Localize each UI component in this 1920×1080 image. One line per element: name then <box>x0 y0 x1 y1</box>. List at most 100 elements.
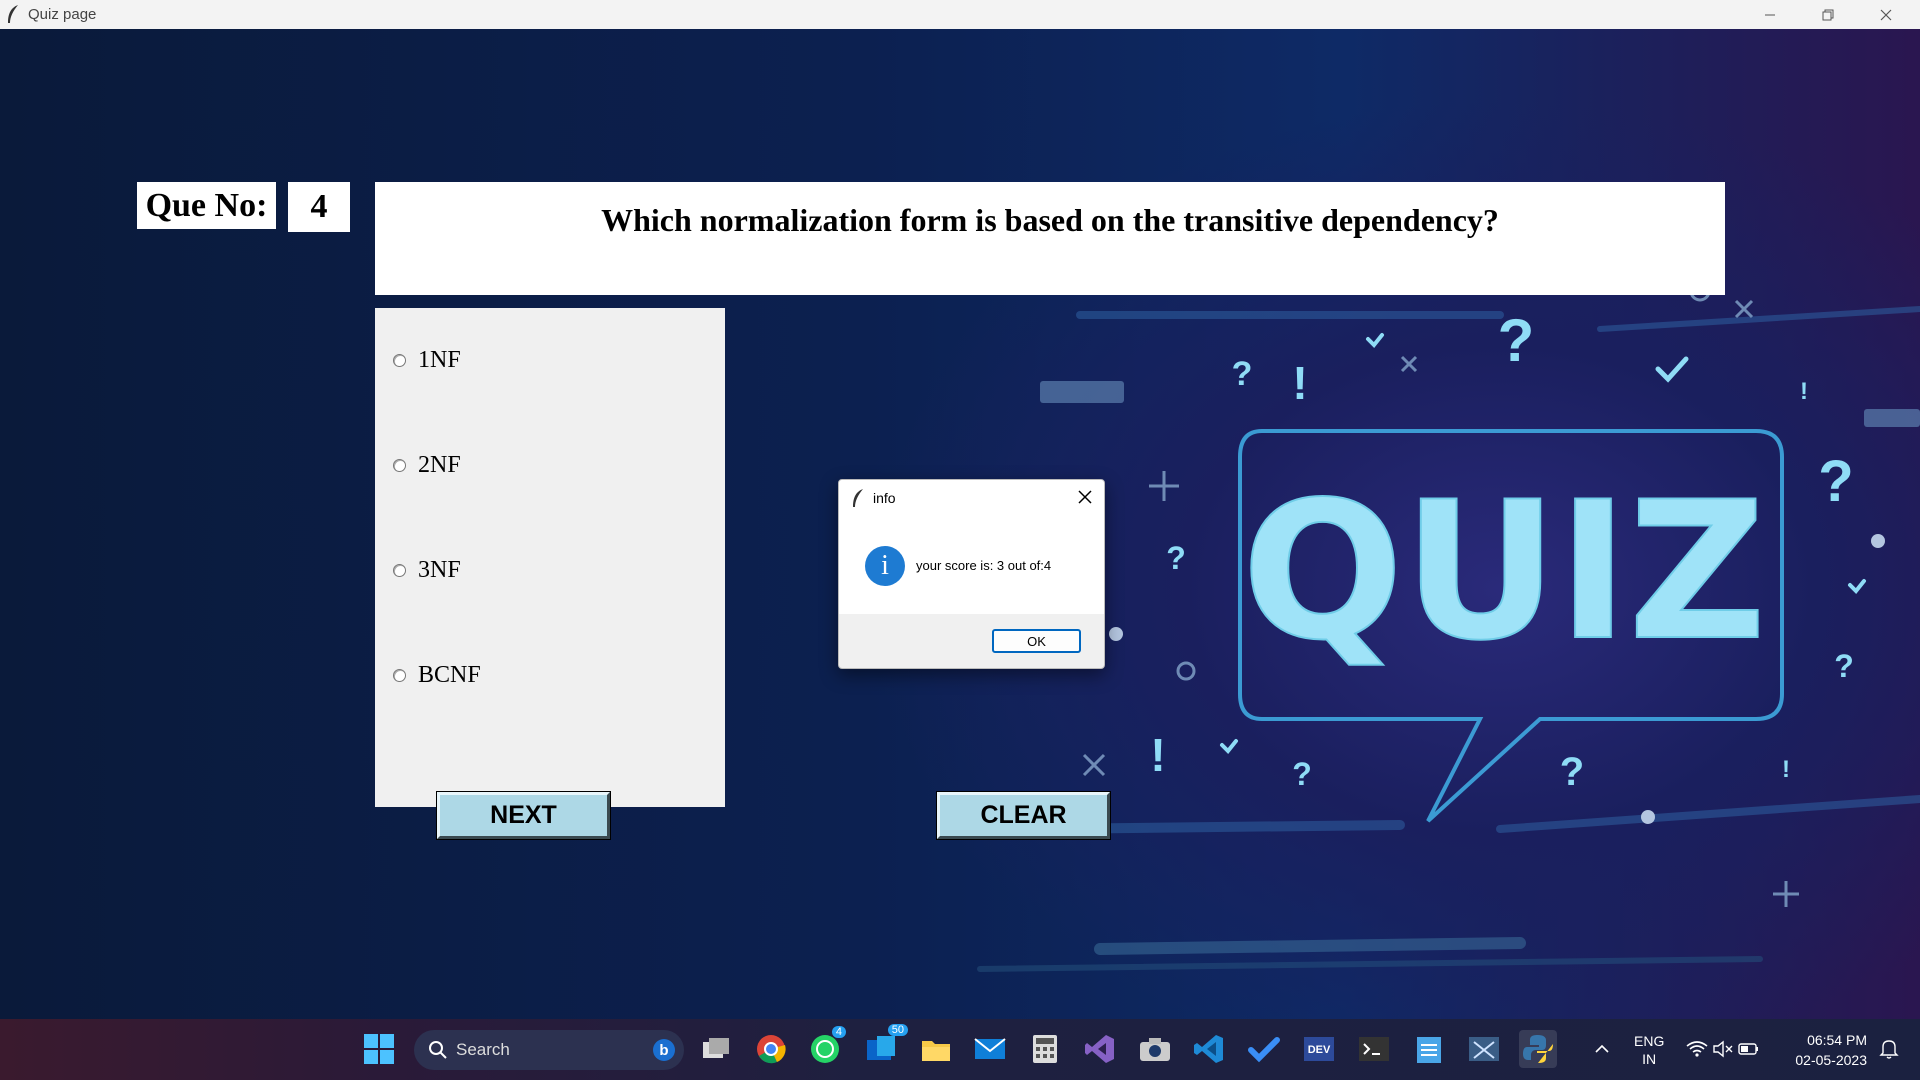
task-view-icon <box>703 1038 729 1058</box>
next-button[interactable]: NEXT <box>436 791 611 840</box>
clear-button[interactable]: CLEAR <box>936 791 1111 840</box>
terminal-icon <box>1359 1037 1389 1061</box>
visual-studio-icon <box>1085 1035 1114 1063</box>
radio-button[interactable] <box>393 458 406 472</box>
whatsapp-taskbar-button[interactable]: 4 <box>806 1026 846 1068</box>
chrome-icon <box>757 1035 786 1064</box>
camera-icon <box>1140 1038 1170 1061</box>
option-label: BCNF <box>418 661 481 688</box>
outlook-taskbar-button[interactable]: 50 <box>862 1024 908 1068</box>
dialog-body: i your score is: 3 out of:4 <box>839 516 1104 614</box>
svg-text:?: ? <box>1834 648 1854 684</box>
svg-text:!: ! <box>1800 378 1808 405</box>
svg-text:?: ? <box>1498 307 1535 374</box>
svg-text:?: ? <box>1232 355 1253 393</box>
option-3nf[interactable]: 3NF <box>393 554 461 586</box>
minimize-icon <box>1765 14 1775 15</box>
question-number-label: Que No: <box>137 182 276 229</box>
svg-text:?: ? <box>1166 540 1186 576</box>
radio-button[interactable] <box>393 353 406 367</box>
taskbar-search[interactable]: Search b <box>414 1030 684 1070</box>
bing-icon: b <box>653 1039 675 1061</box>
todo-taskbar-button[interactable] <box>1245 1030 1283 1068</box>
notifications-button[interactable] <box>1870 1030 1908 1068</box>
dev-icon: DEV <box>1304 1037 1334 1061</box>
visual-studio-button[interactable] <box>1081 1030 1119 1068</box>
calculator-taskbar-button[interactable] <box>1026 1030 1064 1068</box>
notepad-icon <box>1417 1037 1441 1063</box>
show-hidden-icons-button[interactable] <box>1583 1030 1621 1068</box>
svg-text:?: ? <box>1560 750 1584 794</box>
taskbar: Search b 4 50 DEV ENG IN 06:54 PM 02-05-… <box>0 1019 1920 1080</box>
dialog-titlebar: info <box>839 480 1104 516</box>
svg-text:b: b <box>659 1042 668 1059</box>
task-view-button[interactable] <box>697 1030 735 1068</box>
question-number-value: 4 <box>288 182 350 232</box>
info-icon: i <box>865 546 905 586</box>
camera-taskbar-button[interactable] <box>1136 1030 1174 1068</box>
option-2nf[interactable]: 2NF <box>393 449 461 481</box>
vscode-taskbar-button[interactable] <box>1190 1030 1228 1068</box>
outlook-icon <box>867 1036 895 1060</box>
option-label: 2NF <box>418 451 461 478</box>
window-title: Quiz page <box>28 6 97 23</box>
svg-text:!: ! <box>1292 357 1307 409</box>
window-titlebar: Quiz page <box>0 0 1920 29</box>
chevron-up-icon <box>1595 1044 1609 1053</box>
chrome-taskbar-button[interactable] <box>752 1030 790 1068</box>
ok-button[interactable]: OK <box>992 629 1081 653</box>
option-bcnf[interactable]: BCNF <box>393 659 481 691</box>
dialog-message: your score is: 3 out of:4 <box>916 558 1052 573</box>
option-label: 3NF <box>418 556 461 583</box>
app-feather-icon <box>8 5 18 23</box>
search-label: Search <box>456 1040 510 1059</box>
dialog-close-icon[interactable] <box>1076 488 1094 506</box>
option-label: 1NF <box>418 346 461 373</box>
options-panel: 1NF 2NF 3NF BCNF <box>375 308 725 807</box>
dev-home-button[interactable]: DEV <box>1300 1030 1338 1068</box>
python-taskbar-button[interactable] <box>1519 1030 1557 1068</box>
mail-icon <box>974 1038 1006 1059</box>
clock-date: 02-05-2023 <box>1795 1052 1867 1068</box>
file-explorer-button[interactable] <box>917 1030 955 1068</box>
notepad-taskbar-button[interactable] <box>1410 1030 1448 1068</box>
folder-icon <box>922 1041 950 1061</box>
option-1nf[interactable]: 1NF <box>393 344 461 376</box>
quiz-canvas: ? ? ! ? ? ? ! ? ? ! ! QUIZ Que No: 4 Whi… <box>0 29 1920 1019</box>
restore-button[interactable] <box>1800 0 1856 29</box>
search-icon <box>429 1041 447 1059</box>
restore-icon <box>1822 9 1834 20</box>
bell-icon <box>1879 1040 1899 1059</box>
quick-settings-button[interactable] <box>1683 1030 1763 1068</box>
radio-button[interactable] <box>393 668 406 682</box>
snipping-tool-button[interactable] <box>1465 1030 1503 1068</box>
checkmark-icon <box>1248 1037 1280 1063</box>
terminal-taskbar-button[interactable] <box>1355 1030 1393 1068</box>
windows-logo-icon <box>364 1034 394 1064</box>
battery-icon <box>1738 1043 1758 1055</box>
wifi-icon <box>1686 1041 1708 1057</box>
language-code: ENG <box>1634 1033 1665 1049</box>
clock-time: 06:54 PM <box>1807 1032 1867 1048</box>
svg-text:!: ! <box>1782 756 1790 783</box>
snipping-icon <box>1469 1037 1499 1061</box>
python-icon <box>1523 1035 1553 1063</box>
radio-button[interactable] <box>393 563 406 577</box>
question-text: Which normalization form is based on the… <box>375 182 1725 295</box>
svg-text:?: ? <box>1818 449 1853 514</box>
quiz-word-art: QUIZ <box>1242 461 1766 682</box>
start-button[interactable] <box>360 1030 398 1068</box>
clock[interactable]: 06:54 PM 02-05-2023 <box>1785 1030 1867 1070</box>
svg-text:DEV: DEV <box>1308 1044 1331 1056</box>
language-region: IN <box>1642 1051 1657 1067</box>
svg-text:!: ! <box>1150 729 1165 781</box>
close-icon <box>1880 9 1892 20</box>
language-indicator[interactable]: ENG IN <box>1634 1032 1664 1068</box>
minimize-button[interactable] <box>1742 0 1798 29</box>
mail-taskbar-button[interactable] <box>971 1030 1009 1068</box>
app-feather-icon <box>853 489 863 507</box>
vscode-icon <box>1194 1035 1223 1063</box>
speaker-muted-icon <box>1713 1040 1733 1058</box>
close-window-button[interactable] <box>1858 0 1914 29</box>
svg-text:?: ? <box>1292 756 1312 792</box>
